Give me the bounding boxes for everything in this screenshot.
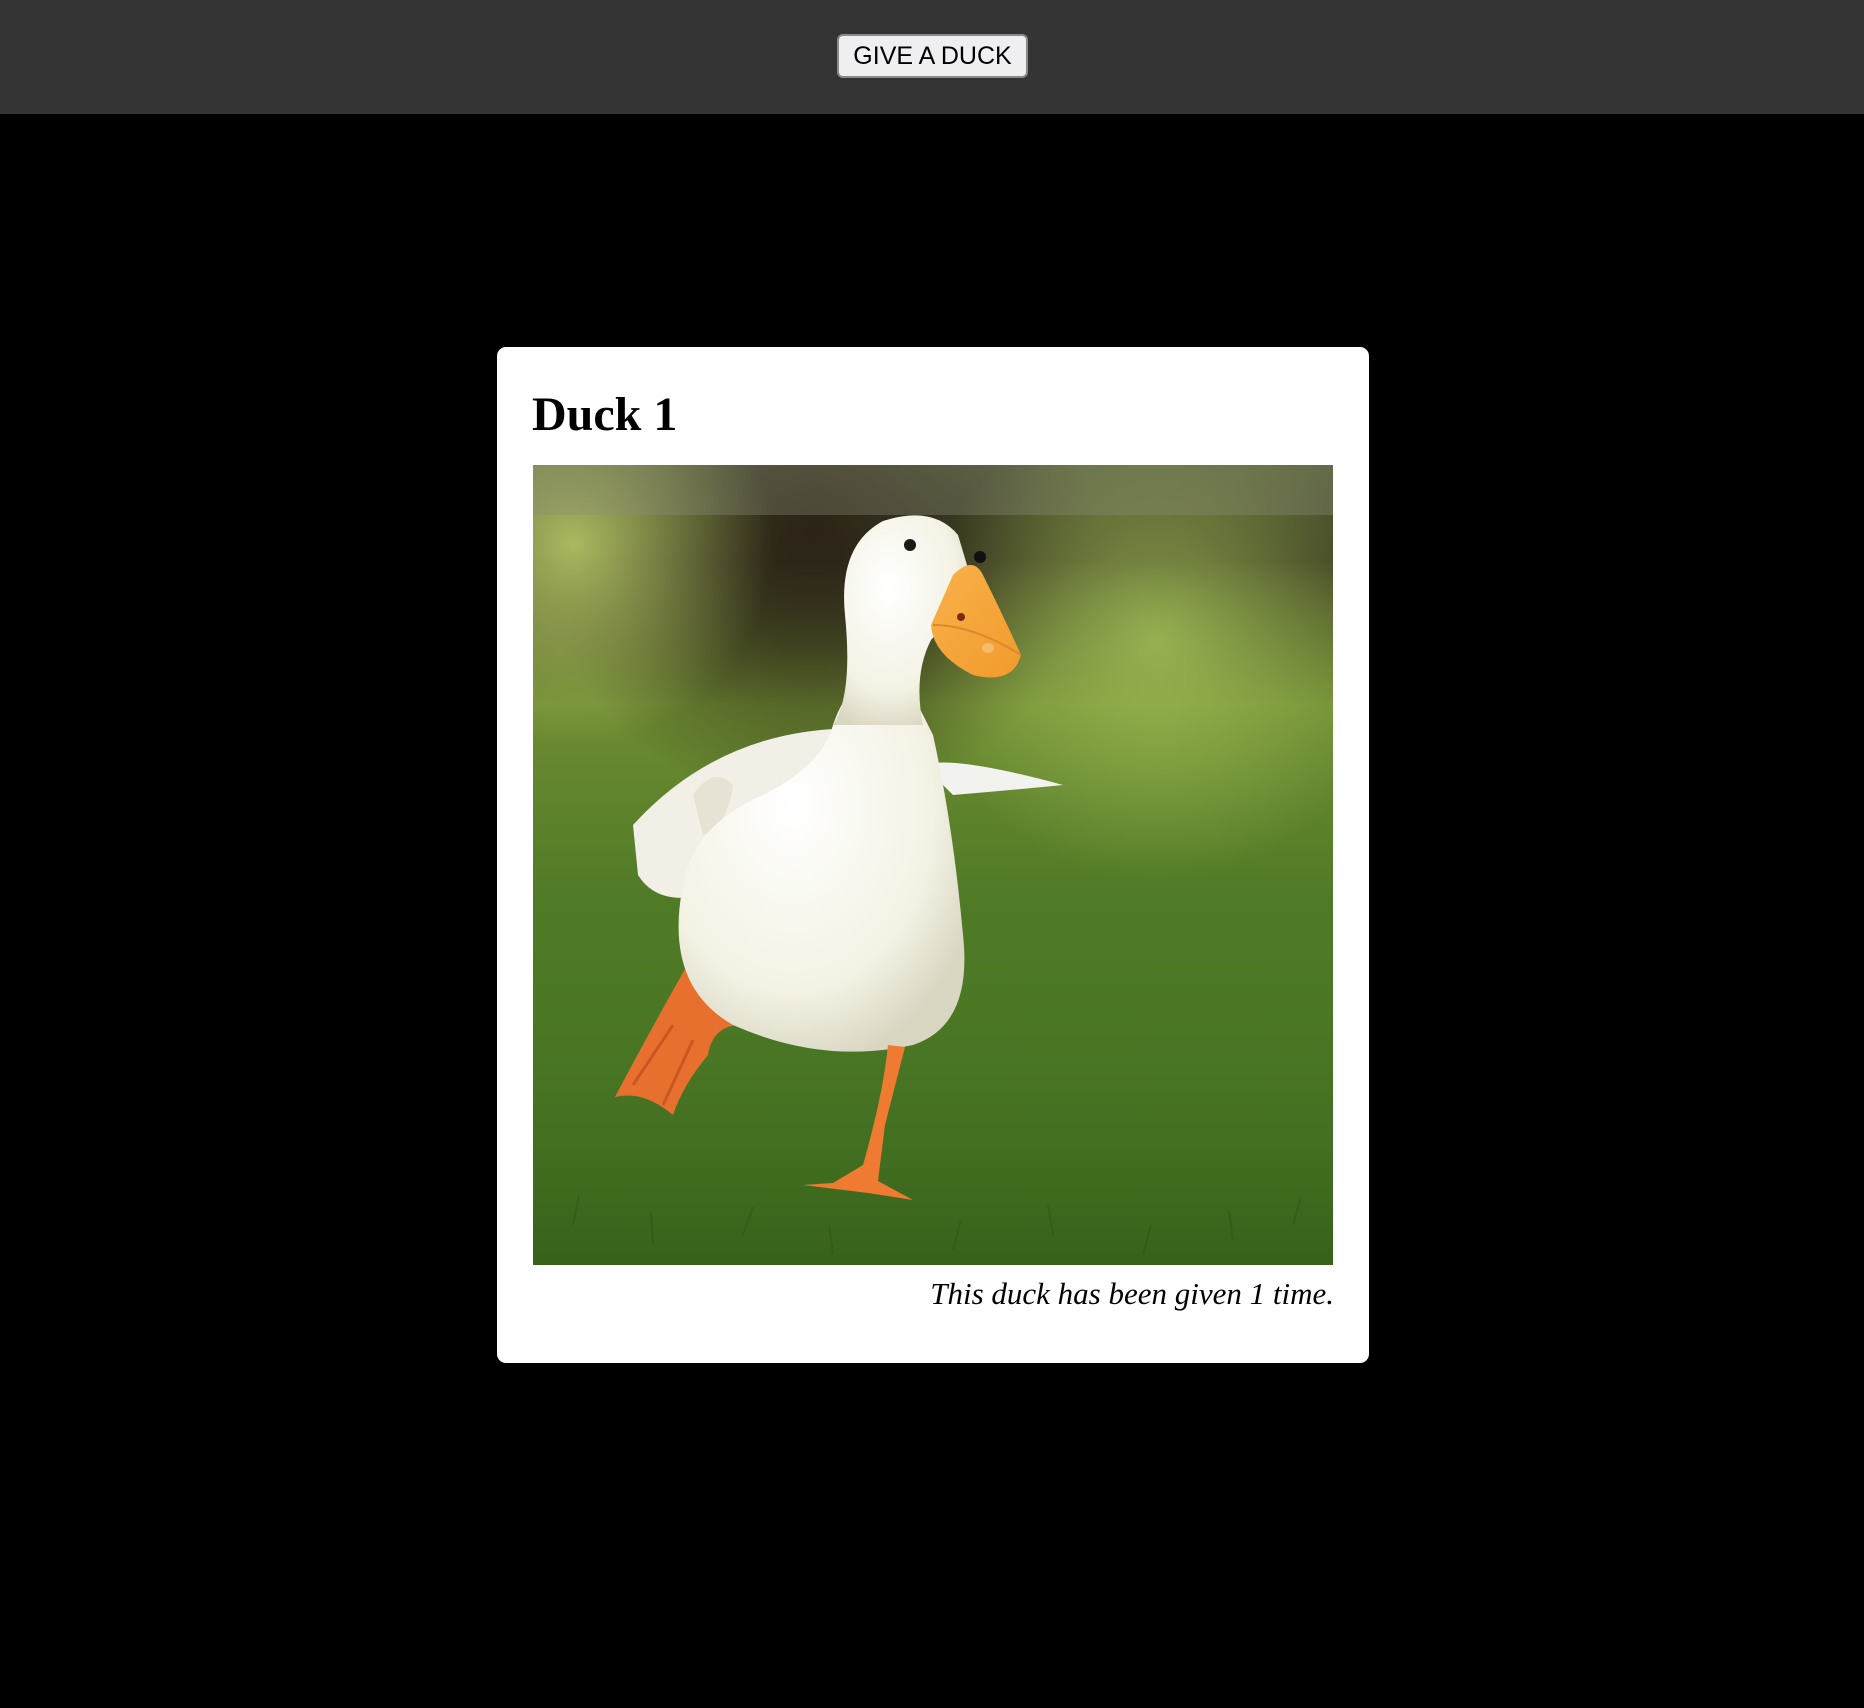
toolbar: GIVE A DUCK [0, 0, 1864, 114]
duck-card: Duck 1 This duck has been given 1 time. [497, 347, 1369, 1363]
duck-caption: This duck has been given 1 time. [930, 1276, 1334, 1311]
duck-card-title: Duck 1 [532, 388, 678, 441]
give-a-duck-button[interactable]: GIVE A DUCK [837, 34, 1028, 78]
duck-photo [533, 465, 1333, 1265]
